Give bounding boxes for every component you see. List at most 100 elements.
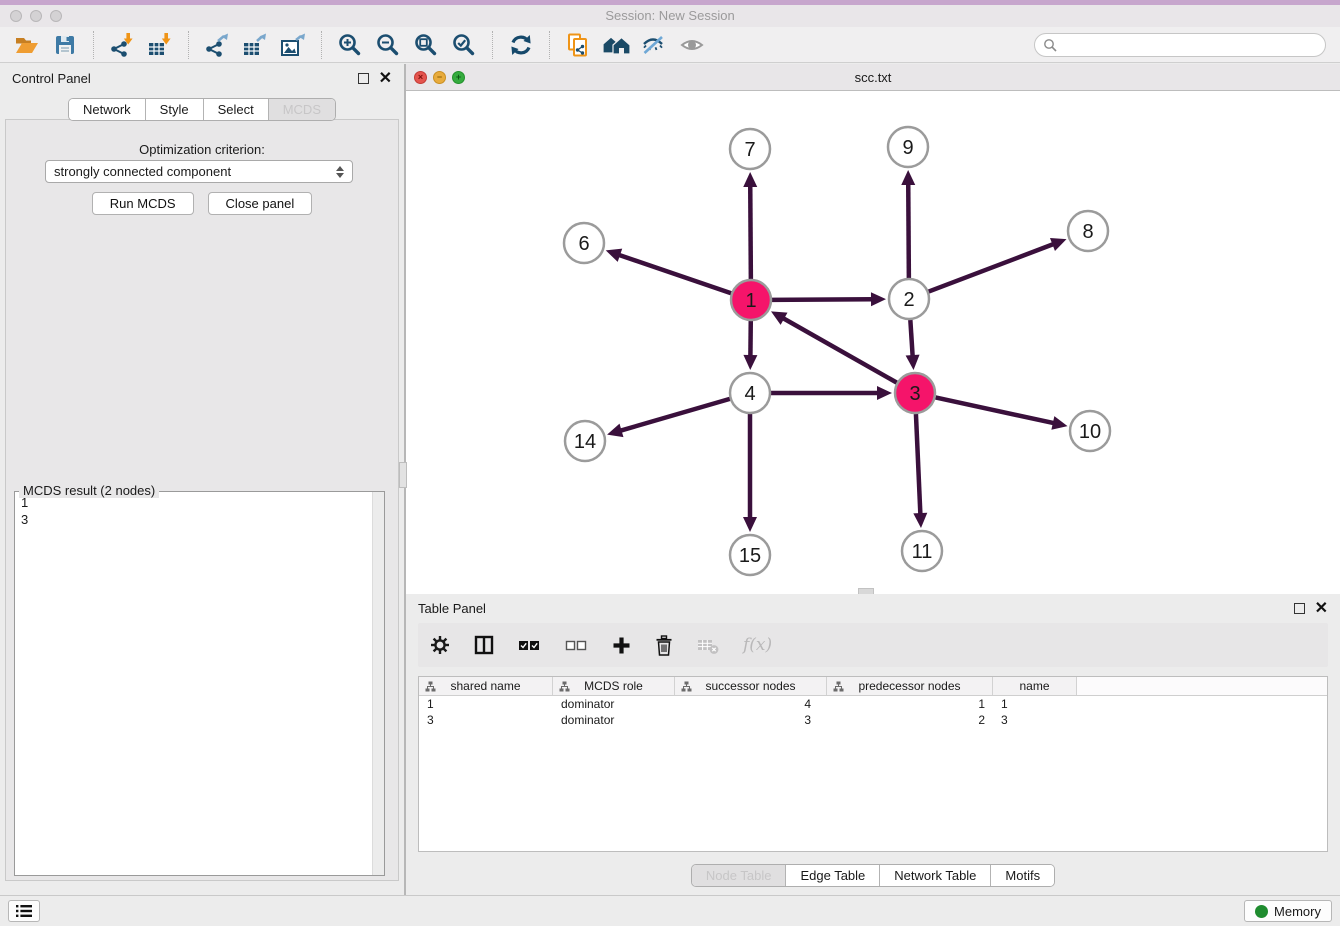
graph-edge-1-2[interactable] bbox=[772, 299, 873, 300]
run-mcds-button[interactable]: Run MCDS bbox=[92, 192, 194, 215]
graph-edge-2-3[interactable] bbox=[910, 320, 912, 357]
toolbar-separator bbox=[492, 31, 493, 59]
save-session-icon[interactable] bbox=[46, 30, 84, 60]
cell-predecessor-nodes[interactable]: 1 bbox=[827, 697, 993, 711]
graph-edge-1-7[interactable] bbox=[750, 185, 751, 279]
graph-edge-1-6[interactable] bbox=[618, 255, 731, 294]
tab-select[interactable]: Select bbox=[204, 99, 269, 120]
table-row[interactable]: 1dominator411 bbox=[419, 696, 1327, 712]
close-table-panel-icon[interactable]: ✕ bbox=[1315, 603, 1328, 614]
cell-shared-name[interactable]: 3 bbox=[419, 713, 553, 727]
network-canvas[interactable]: 7968124314101511 bbox=[406, 91, 1340, 594]
maximize-network-button[interactable]: + bbox=[452, 71, 465, 84]
scrollbar-track[interactable] bbox=[372, 492, 384, 875]
graph-edge-2-9[interactable] bbox=[908, 183, 909, 278]
tab-style[interactable]: Style bbox=[146, 99, 204, 120]
refresh-icon[interactable] bbox=[502, 30, 540, 60]
show-eye-icon[interactable] bbox=[673, 30, 711, 60]
function-builder-icon-disabled: f(x) bbox=[743, 635, 772, 655]
float-panel-icon[interactable] bbox=[358, 73, 369, 84]
home-networks-icon[interactable] bbox=[597, 30, 635, 60]
export-table-icon[interactable] bbox=[236, 30, 274, 60]
criterion-dropdown-value: strongly connected component bbox=[54, 164, 231, 179]
cell-name[interactable]: 1 bbox=[993, 697, 1077, 711]
show-columns-icon[interactable] bbox=[474, 635, 494, 655]
cell-successor-nodes[interactable]: 4 bbox=[675, 697, 827, 711]
close-network-button[interactable]: × bbox=[414, 71, 427, 84]
cell-predecessor-nodes[interactable]: 2 bbox=[827, 713, 993, 727]
close-window-button[interactable] bbox=[10, 10, 22, 22]
maximize-window-button[interactable] bbox=[50, 10, 62, 22]
duplicate-network-icon[interactable] bbox=[559, 30, 597, 60]
table-tab-edge-table[interactable]: Edge Table bbox=[786, 865, 880, 886]
main-area: Control Panel ✕ NetworkStyleSelectMCDS O… bbox=[0, 64, 1340, 895]
cell-mcds-role[interactable]: dominator bbox=[553, 697, 675, 711]
tab-mcds[interactable]: MCDS bbox=[269, 99, 335, 120]
float-table-panel-icon[interactable] bbox=[1294, 603, 1305, 614]
graph-edge-4-14[interactable] bbox=[620, 399, 730, 431]
mcds-tab-content: Optimization criterion: strongly connect… bbox=[5, 119, 399, 881]
minimize-window-button[interactable] bbox=[30, 10, 42, 22]
table-tab-network-table[interactable]: Network Table bbox=[880, 865, 991, 886]
toolbar-separator bbox=[549, 31, 550, 59]
vertical-splitter-handle[interactable] bbox=[399, 462, 407, 488]
hide-eye-icon[interactable] bbox=[635, 30, 673, 60]
cell-mcds-role[interactable]: dominator bbox=[553, 713, 675, 727]
mcds-result-line: 3 bbox=[21, 511, 378, 528]
graph-edge-3-10[interactable] bbox=[936, 397, 1055, 423]
criterion-dropdown[interactable]: strongly connected component bbox=[45, 160, 353, 183]
tab-network[interactable]: Network bbox=[69, 99, 146, 120]
column-header-mcds-role[interactable]: MCDS role bbox=[553, 677, 675, 695]
zoom-out-icon[interactable] bbox=[369, 30, 407, 60]
graph-arrowhead bbox=[743, 517, 757, 532]
window-title: Session: New Session bbox=[0, 5, 1340, 26]
graph-svg[interactable]: 7968124314101511 bbox=[406, 91, 1338, 593]
node-table: shared nameMCDS rolesuccessor nodesprede… bbox=[418, 676, 1328, 852]
add-column-icon[interactable] bbox=[612, 636, 631, 655]
graph-edge-3-1[interactable] bbox=[782, 318, 896, 383]
close-panel-button[interactable]: Close panel bbox=[208, 192, 313, 215]
zoom-fit-icon[interactable] bbox=[407, 30, 445, 60]
export-network-icon[interactable] bbox=[198, 30, 236, 60]
column-header-predecessor-nodes[interactable]: predecessor nodes bbox=[827, 677, 993, 695]
main-toolbar bbox=[0, 27, 1340, 63]
search-box[interactable] bbox=[1034, 33, 1326, 57]
network-view-window: × − + scc.txt 7968124314101511 bbox=[406, 64, 1340, 594]
deselect-all-icon[interactable] bbox=[565, 639, 588, 652]
list-icon bbox=[16, 904, 32, 918]
open-session-icon[interactable] bbox=[8, 30, 46, 60]
cell-successor-nodes[interactable]: 3 bbox=[675, 713, 827, 727]
graph-edge-3-11[interactable] bbox=[916, 414, 920, 515]
import-network-icon[interactable] bbox=[103, 30, 141, 60]
close-panel-icon[interactable]: ✕ bbox=[379, 73, 392, 84]
table-toolbar: f(x) bbox=[418, 623, 1328, 667]
graph-node-label-11: 11 bbox=[912, 541, 933, 563]
window-controls bbox=[10, 10, 62, 22]
table-settings-gear-icon[interactable] bbox=[430, 635, 450, 655]
table-row[interactable]: 3dominator323 bbox=[419, 712, 1327, 728]
task-history-button[interactable] bbox=[8, 900, 40, 922]
import-table-icon[interactable] bbox=[141, 30, 179, 60]
graph-node-label-8: 8 bbox=[1082, 221, 1093, 243]
graph-node-label-15: 15 bbox=[739, 545, 761, 567]
zoom-in-icon[interactable] bbox=[331, 30, 369, 60]
memory-button[interactable]: Memory bbox=[1244, 900, 1332, 922]
graph-arrowhead bbox=[1051, 416, 1067, 430]
select-all-icon[interactable] bbox=[518, 639, 541, 652]
column-header-shared-name[interactable]: shared name bbox=[419, 677, 553, 695]
column-header-filler bbox=[1077, 677, 1327, 695]
table-tab-motifs[interactable]: Motifs bbox=[991, 865, 1054, 886]
column-header-name[interactable]: name bbox=[993, 677, 1077, 695]
table-tab-node-table[interactable]: Node Table bbox=[692, 865, 787, 886]
column-header-successor-nodes[interactable]: successor nodes bbox=[675, 677, 827, 695]
minimize-network-button[interactable]: − bbox=[433, 71, 446, 84]
search-input[interactable] bbox=[1062, 37, 1317, 52]
toolbar-separator bbox=[93, 31, 94, 59]
delete-column-trash-icon[interactable] bbox=[655, 635, 673, 656]
zoom-selected-icon[interactable] bbox=[445, 30, 483, 60]
graph-node-label-9: 9 bbox=[902, 137, 913, 159]
export-image-icon[interactable] bbox=[274, 30, 312, 60]
cell-name[interactable]: 3 bbox=[993, 713, 1077, 727]
cell-shared-name[interactable]: 1 bbox=[419, 697, 553, 711]
graph-edge-2-8[interactable] bbox=[929, 244, 1055, 292]
